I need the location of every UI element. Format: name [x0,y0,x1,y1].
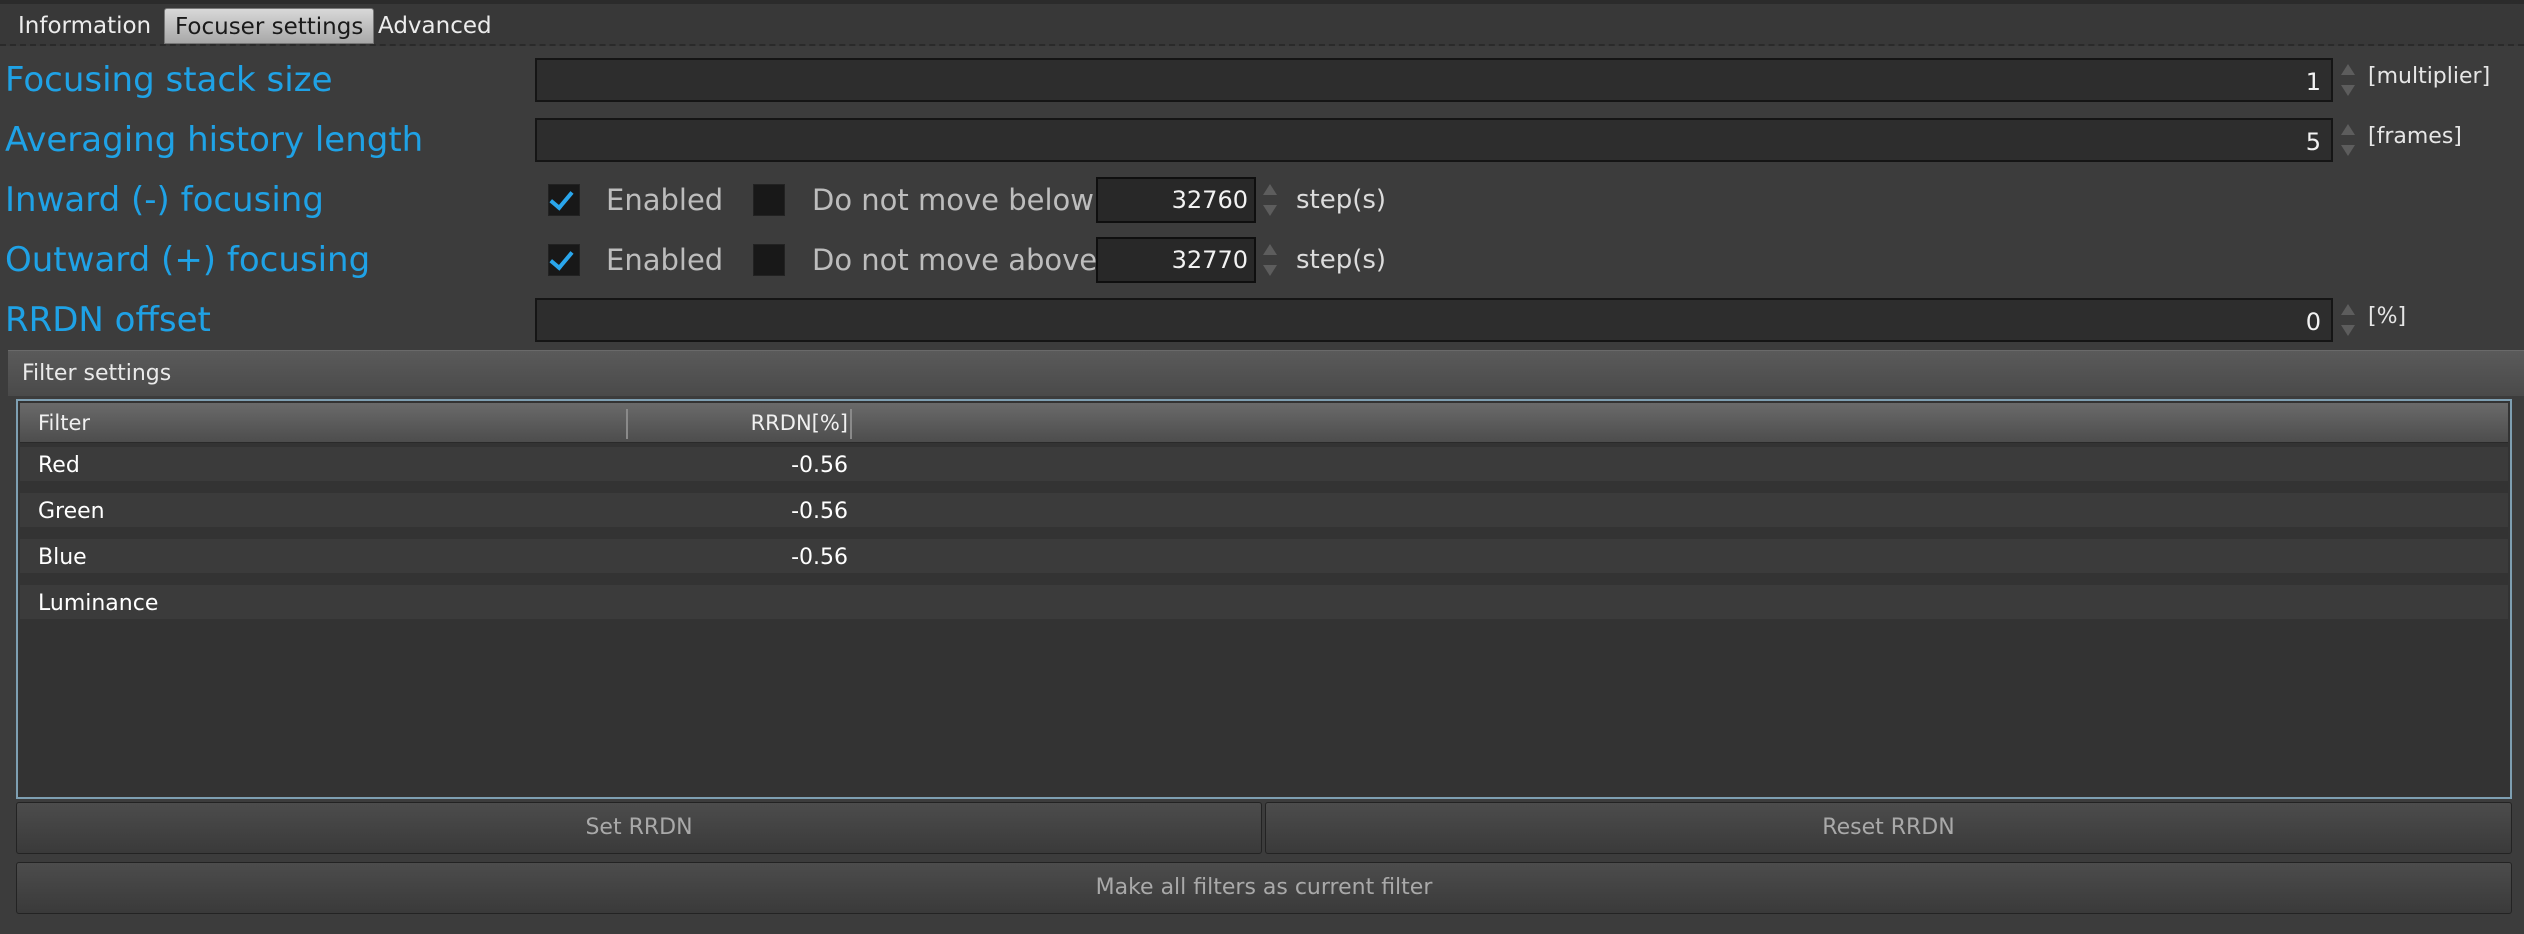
tab-bar: Information Focuser settings Advanced [0,0,2524,46]
filter-table: Filter RRDN[%] Red -0.56 Green -0.56 Blu… [16,399,2512,799]
stack-size-input[interactable]: 1 [535,58,2333,102]
table-row[interactable]: Blue -0.56 [20,539,2508,579]
outward-focusing-label: Outward (+) focusing [5,240,371,280]
filter-table-header: Filter RRDN[%] [20,403,2508,443]
filter-name-cell: Luminance [38,591,159,616]
rrdn-offset-unit: [%] [2368,304,2407,329]
make-all-filters-button[interactable]: Make all filters as current filter [16,862,2512,914]
filter-settings-header: Filter settings [8,350,2524,396]
rrdn-offset-input[interactable]: 0 [535,298,2333,342]
inward-limit-spinner[interactable] [1260,178,1280,222]
tab-advanced[interactable]: Advanced [368,8,502,44]
inward-limit-input[interactable]: 32760 [1096,177,1256,223]
tab-information[interactable]: Information [8,8,161,44]
spinner-up-icon[interactable] [2341,64,2355,75]
outward-limit-checkbox[interactable] [753,244,785,276]
filter-name-cell: Red [38,453,80,478]
stack-size-unit: [multiplier] [2368,64,2491,89]
table-row[interactable]: Green -0.56 [20,493,2508,533]
spinner-down-icon[interactable] [1263,265,1277,276]
history-length-label: Averaging history length [5,120,424,160]
reset-rrdn-button[interactable]: Reset RRDN [1265,802,2512,854]
spinner-up-icon[interactable] [1263,244,1277,255]
inward-enabled-checkbox[interactable] [548,184,580,216]
column-header-filter[interactable]: Filter [38,403,90,443]
rrdn-value-cell: -0.56 [791,545,848,570]
check-icon [549,245,574,271]
spinner-up-icon[interactable] [1263,184,1277,195]
inward-limit-label: Do not move below [812,183,1094,217]
inward-steps-label: step(s) [1296,185,1387,215]
outward-enabled-checkbox[interactable] [548,244,580,276]
inward-enabled-label: Enabled [606,183,724,217]
spinner-down-icon[interactable] [1263,205,1277,216]
tab-focuser-settings[interactable]: Focuser settings [164,8,375,44]
rrdn-value-cell: -0.56 [791,453,848,478]
top-border [0,0,2524,4]
rrdn-offset-label: RRDN offset [5,300,211,340]
history-length-input[interactable]: 5 [535,118,2333,162]
inward-limit-checkbox[interactable] [753,184,785,216]
spinner-down-icon[interactable] [2341,325,2355,336]
check-icon [549,185,574,211]
column-resize-handle[interactable] [850,409,852,439]
outward-enabled-label: Enabled [606,243,724,277]
spinner-up-icon[interactable] [2341,124,2355,135]
spinner-down-icon[interactable] [2341,85,2355,96]
focuser-settings-window: Information Focuser settings Advanced Fo… [0,0,2524,934]
table-row[interactable]: Red -0.56 [20,447,2508,487]
column-header-rrdn[interactable]: RRDN[%] [630,403,848,443]
inward-focusing-label: Inward (-) focusing [5,180,324,220]
rrdn-value-cell [630,585,848,625]
set-rrdn-button[interactable]: Set RRDN [16,802,1262,854]
history-length-unit: [frames] [2368,124,2462,149]
outward-limit-spinner[interactable] [1260,238,1280,282]
rrdn-offset-spinner[interactable] [2338,298,2358,342]
outward-limit-label: Do not move above [812,243,1098,277]
stack-size-label: Focusing stack size [5,60,333,100]
column-resize-handle[interactable] [626,409,628,439]
stack-size-spinner[interactable] [2338,58,2358,102]
history-length-spinner[interactable] [2338,118,2358,162]
outward-limit-input[interactable]: 32770 [1096,237,1256,283]
table-row[interactable]: Luminance [20,585,2508,625]
spinner-down-icon[interactable] [2341,145,2355,156]
spinner-up-icon[interactable] [2341,304,2355,315]
rrdn-value-cell: -0.56 [791,499,848,524]
filter-name-cell: Green [38,499,105,524]
filter-name-cell: Blue [38,545,87,570]
outward-steps-label: step(s) [1296,245,1387,275]
